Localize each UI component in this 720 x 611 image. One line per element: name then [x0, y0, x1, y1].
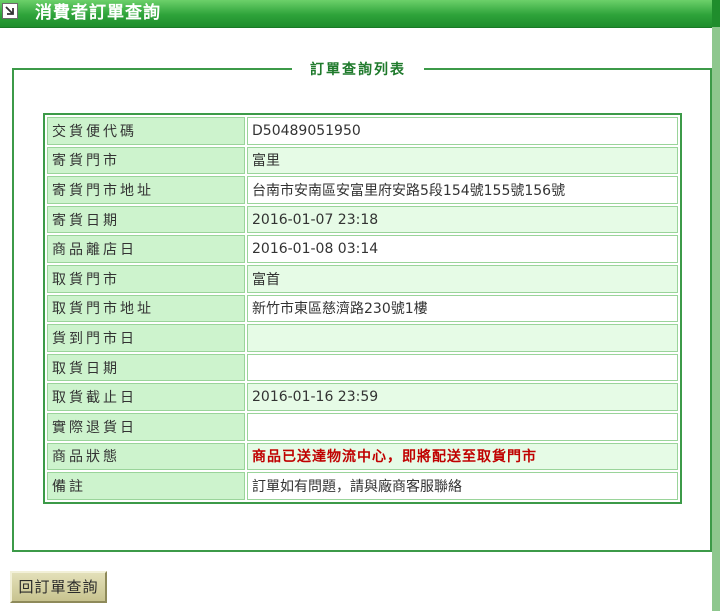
row-label: 取貨日期 — [47, 353, 245, 382]
order-detail-table: 交貨便代碼 D50489051950 寄貨門市 富里 寄貨門市地址 台南市安南區… — [43, 113, 682, 504]
table-row: 商品離店日 2016-01-08 03:14 — [47, 235, 678, 263]
row-value — [247, 324, 678, 352]
row-value: 訂單如有問題，請與廠商客服聯絡 — [247, 472, 678, 500]
right-border-strip — [712, 0, 720, 611]
row-label: 取貨門市 — [47, 264, 245, 293]
row-value: 2016-01-16 23:59 — [247, 383, 678, 411]
row-label: 實際退貨日 — [47, 412, 245, 441]
row-value — [247, 412, 678, 441]
row-label: 取貨截止日 — [47, 383, 245, 411]
table-row: 寄貨門市地址 台南市安南區安富里府安路5段154號155號156號 — [47, 176, 678, 204]
table-row: 商品狀態 商品已送達物流中心，即將配送至取貨門市 — [47, 442, 678, 471]
right-border-cap — [712, 0, 720, 27]
table-row: 寄貨日期 2016-01-07 23:18 — [47, 205, 678, 234]
row-label: 取貨門市地址 — [47, 294, 245, 323]
back-to-order-query-button[interactable]: 回訂單查詢 — [10, 571, 107, 603]
row-label: 貨到門市日 — [47, 324, 245, 352]
table-row: 實際退貨日 — [47, 412, 678, 441]
page-title: 消費者訂單查詢 — [35, 3, 161, 23]
row-value: 新竹市東區慈濟路230號1樓 — [247, 294, 678, 323]
row-label: 交貨便代碼 — [47, 117, 245, 145]
row-label: 備註 — [47, 472, 245, 500]
row-label: 商品離店日 — [47, 235, 245, 263]
table-row: 交貨便代碼 D50489051950 — [47, 117, 678, 145]
table-row: 取貨日期 — [47, 353, 678, 382]
page-header: 消費者訂單查詢 — [0, 0, 712, 28]
panel-legend: 訂單查詢列表 — [310, 62, 406, 78]
row-value: 富首 — [247, 264, 678, 293]
table-row: 貨到門市日 — [47, 324, 678, 352]
table-row: 寄貨門市 富里 — [47, 146, 678, 175]
status-value: 商品已送達物流中心，即將配送至取貨門市 — [247, 442, 678, 471]
row-value — [247, 353, 678, 382]
row-value: 2016-01-08 03:14 — [247, 235, 678, 263]
arrow-down-right-icon — [2, 3, 18, 19]
row-label: 商品狀態 — [47, 442, 245, 471]
row-value: 台南市安南區安富里府安路5段154號155號156號 — [247, 176, 678, 204]
row-label: 寄貨日期 — [47, 205, 245, 234]
row-value: 富里 — [247, 146, 678, 175]
row-label: 寄貨門市地址 — [47, 176, 245, 204]
table-row: 備註 訂單如有問題，請與廠商客服聯絡 — [47, 472, 678, 500]
table-row: 取貨門市 富首 — [47, 264, 678, 293]
table-row: 取貨門市地址 新竹市東區慈濟路230號1樓 — [47, 294, 678, 323]
table-row: 取貨截止日 2016-01-16 23:59 — [47, 383, 678, 411]
row-label: 寄貨門市 — [47, 146, 245, 175]
row-value: D50489051950 — [247, 117, 678, 145]
row-value: 2016-01-07 23:18 — [247, 205, 678, 234]
